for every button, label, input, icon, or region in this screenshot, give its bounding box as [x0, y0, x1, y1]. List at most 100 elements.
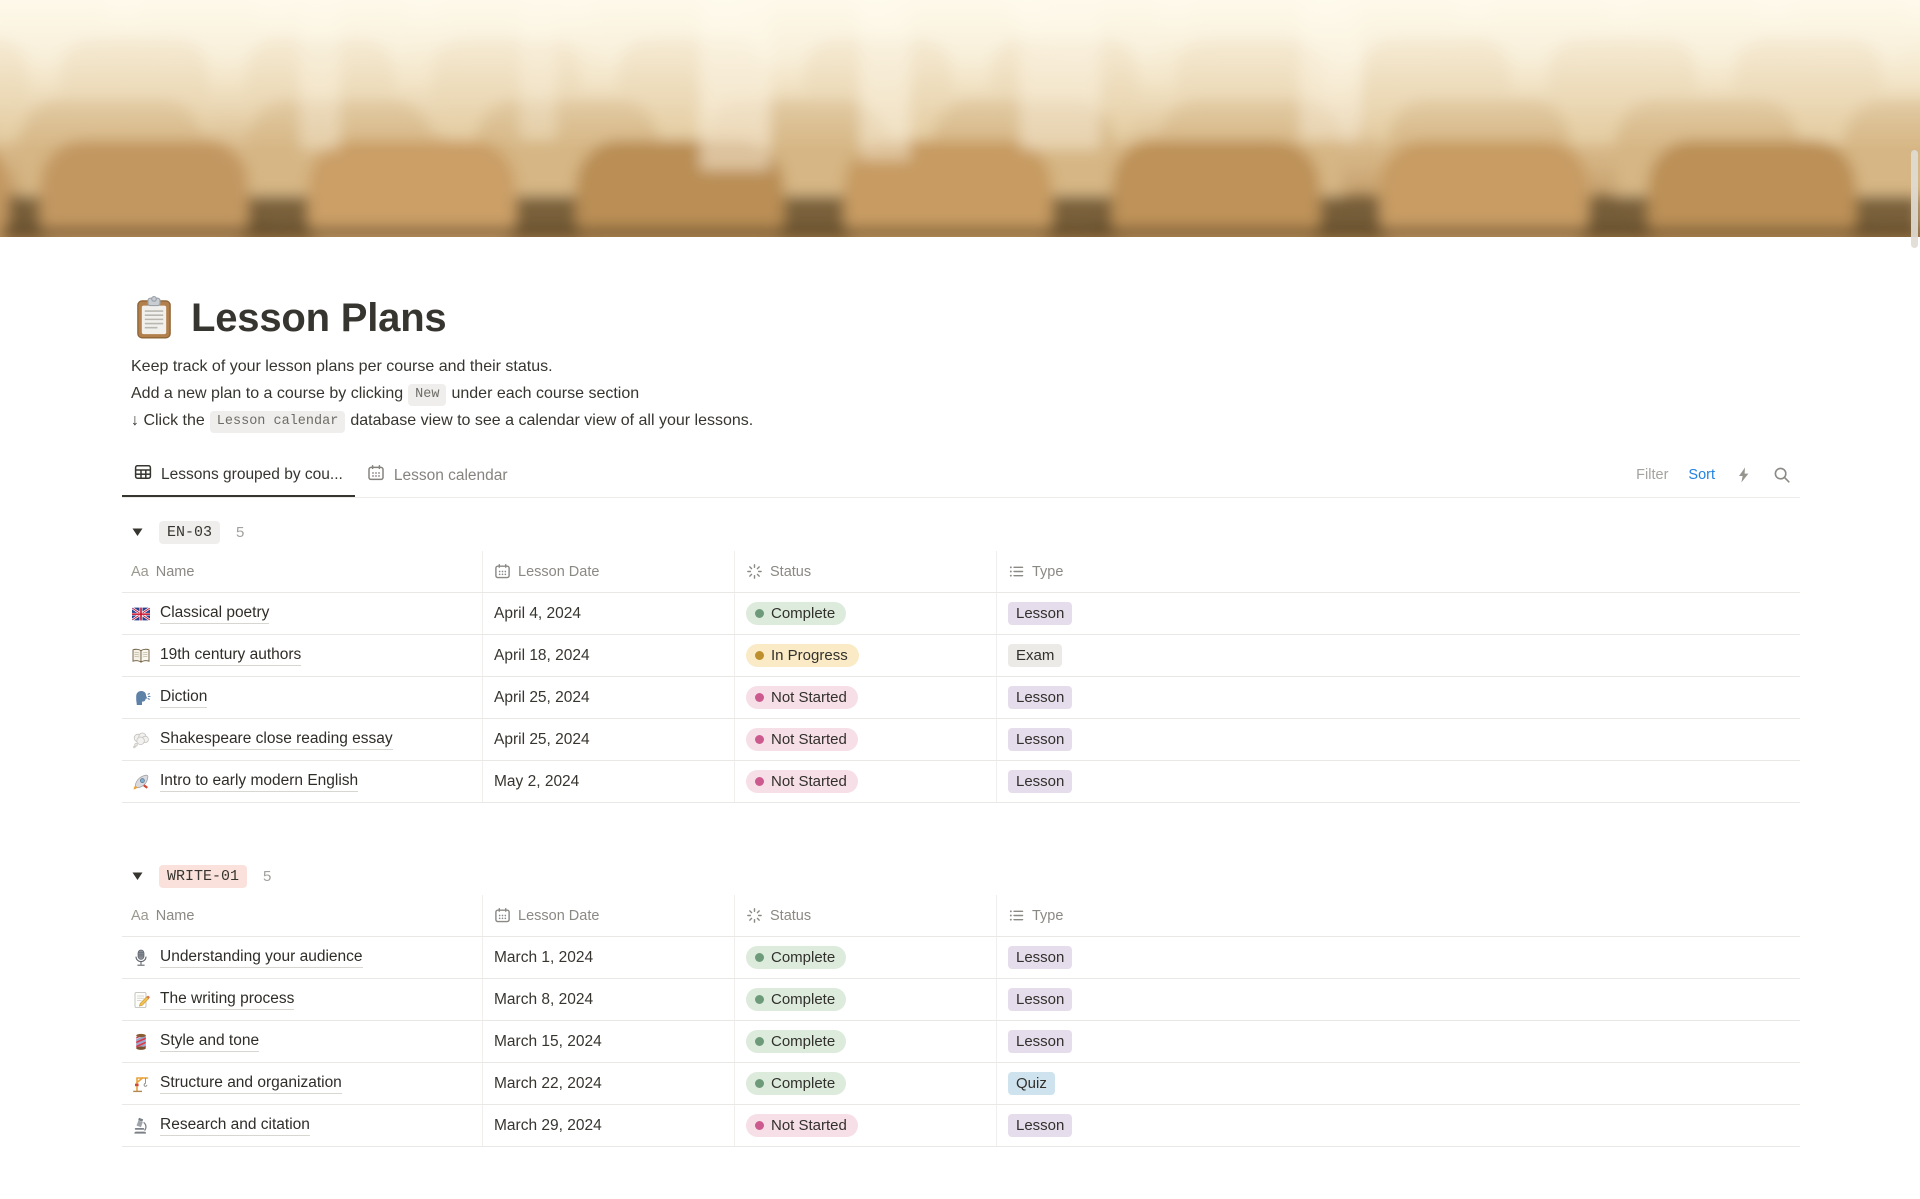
- column-header-type[interactable]: Type: [997, 895, 1800, 936]
- name-cell[interactable]: Shakespeare close reading essay: [122, 719, 483, 760]
- name-cell[interactable]: Structure and organization: [122, 1063, 483, 1104]
- table-row[interactable]: The writing process March 8, 2024 Complete…: [122, 979, 1800, 1021]
- table-row[interactable]: Research and citation March 29, 2024 Not S…: [122, 1105, 1800, 1147]
- lesson-title-link[interactable]: Shakespeare close reading essay: [160, 730, 393, 750]
- lesson-date-cell[interactable]: March 15, 2024: [483, 1021, 735, 1062]
- status-badge[interactable]: Not Started: [746, 728, 858, 751]
- lesson-title-link[interactable]: Classical poetry: [160, 604, 270, 624]
- name-cell[interactable]: 19th century authors: [122, 635, 483, 676]
- type-tag[interactable]: Lesson: [1008, 946, 1073, 969]
- type-tag[interactable]: Lesson: [1008, 988, 1073, 1011]
- status-badge[interactable]: Complete: [746, 946, 847, 969]
- type-cell[interactable]: Lesson: [997, 719, 1800, 760]
- type-tag[interactable]: Lesson: [1008, 728, 1073, 751]
- status-cell[interactable]: Complete: [735, 1021, 997, 1062]
- collapse-toggle-icon[interactable]: [125, 520, 149, 544]
- status-badge[interactable]: Complete: [746, 1030, 847, 1053]
- lesson-title-link[interactable]: Understanding your audience: [160, 948, 363, 968]
- sort-button[interactable]: Sort: [1688, 467, 1715, 483]
- lesson-title-link[interactable]: 19th century authors: [160, 646, 302, 666]
- status-cell[interactable]: Not Started: [735, 1105, 997, 1146]
- lesson-title-link[interactable]: Intro to early modern English: [160, 772, 359, 792]
- name-cell[interactable]: Diction: [122, 677, 483, 718]
- lesson-date-cell[interactable]: April 4, 2024: [483, 593, 735, 634]
- lesson-title-link[interactable]: Research and citation: [160, 1116, 310, 1136]
- table-row[interactable]: Shakespeare close reading essay April 25,…: [122, 719, 1800, 761]
- status-badge[interactable]: Not Started: [746, 770, 858, 793]
- filter-button[interactable]: Filter: [1636, 467, 1668, 483]
- status-cell[interactable]: Complete: [735, 593, 997, 634]
- name-cell[interactable]: Style and tone: [122, 1021, 483, 1062]
- lesson-date-cell[interactable]: March 1, 2024: [483, 937, 735, 978]
- status-cell[interactable]: Not Started: [735, 761, 997, 802]
- name-cell[interactable]: Research and citation: [122, 1105, 483, 1146]
- lesson-title-link[interactable]: Style and tone: [160, 1032, 260, 1052]
- type-tag[interactable]: Lesson: [1008, 770, 1073, 793]
- status-badge[interactable]: In Progress: [746, 644, 859, 667]
- status-cell[interactable]: Not Started: [735, 719, 997, 760]
- name-cell[interactable]: Understanding your audience: [122, 937, 483, 978]
- status-cell[interactable]: Complete: [735, 979, 997, 1020]
- course-badge[interactable]: EN-03: [159, 520, 221, 544]
- type-tag[interactable]: Lesson: [1008, 1030, 1073, 1053]
- lesson-date-cell[interactable]: April 25, 2024: [483, 719, 735, 760]
- column-header-status[interactable]: Status: [735, 551, 997, 592]
- search-icon[interactable]: [1773, 466, 1791, 484]
- type-cell[interactable]: Lesson: [997, 761, 1800, 802]
- table-row[interactable]: 19th century authors April 18, 2024 In Pro…: [122, 635, 1800, 677]
- column-header-status[interactable]: Status: [735, 895, 997, 936]
- type-tag[interactable]: Quiz: [1008, 1072, 1055, 1095]
- status-badge[interactable]: Not Started: [746, 686, 858, 709]
- scrollbar[interactable]: [1911, 150, 1918, 248]
- table-row[interactable]: Classical poetry April 4, 2024 Complete Les…: [122, 593, 1800, 635]
- type-cell[interactable]: Lesson: [997, 1105, 1800, 1146]
- collapse-toggle-icon[interactable]: [125, 864, 149, 888]
- clipboard-icon[interactable]: [131, 295, 177, 341]
- type-tag[interactable]: Lesson: [1008, 602, 1073, 625]
- table-row[interactable]: Intro to early modern English May 2, 2024…: [122, 761, 1800, 803]
- type-cell[interactable]: Lesson: [997, 1021, 1800, 1062]
- name-cell[interactable]: Classical poetry: [122, 593, 483, 634]
- lesson-title-link[interactable]: The writing process: [160, 990, 295, 1010]
- status-badge[interactable]: Complete: [746, 988, 847, 1011]
- status-badge[interactable]: Not Started: [746, 1114, 858, 1137]
- type-tag[interactable]: Lesson: [1008, 1114, 1073, 1137]
- name-cell[interactable]: The writing process: [122, 979, 483, 1020]
- table-row[interactable]: Structure and organization March 22, 2024…: [122, 1063, 1800, 1105]
- lesson-date-cell[interactable]: April 25, 2024: [483, 677, 735, 718]
- lesson-date-cell[interactable]: March 29, 2024: [483, 1105, 735, 1146]
- table-row[interactable]: Style and tone March 15, 2024 Complete Less…: [122, 1021, 1800, 1063]
- status-badge[interactable]: Complete: [746, 602, 847, 625]
- lesson-date-cell[interactable]: April 18, 2024: [483, 635, 735, 676]
- type-cell[interactable]: Lesson: [997, 937, 1800, 978]
- status-badge[interactable]: Complete: [746, 1072, 847, 1095]
- column-header-type[interactable]: Type: [997, 551, 1800, 592]
- type-cell[interactable]: Lesson: [997, 979, 1800, 1020]
- lesson-title-link[interactable]: Structure and organization: [160, 1074, 342, 1094]
- column-header-name[interactable]: Aa Name: [122, 895, 483, 936]
- lesson-date-cell[interactable]: March 8, 2024: [483, 979, 735, 1020]
- status-cell[interactable]: Complete: [735, 937, 997, 978]
- column-header-lesson-date[interactable]: Lesson Date: [483, 895, 735, 936]
- table-row[interactable]: Understanding your audience March 1, 2024…: [122, 937, 1800, 979]
- column-header-lesson-date[interactable]: Lesson Date: [483, 551, 735, 592]
- tab-lessons-grouped-by-course[interactable]: Lessons grouped by cou...: [122, 454, 355, 497]
- status-cell[interactable]: Not Started: [735, 677, 997, 718]
- cover-image[interactable]: [0, 0, 1920, 237]
- lesson-title-link[interactable]: Diction: [160, 688, 208, 708]
- type-cell[interactable]: Quiz: [997, 1063, 1800, 1104]
- table-row[interactable]: Diction April 25, 2024 Not Started Lesson: [122, 677, 1800, 719]
- course-badge[interactable]: WRITE-01: [159, 864, 248, 888]
- type-tag[interactable]: Exam: [1008, 644, 1063, 667]
- column-header-name[interactable]: Aa Name: [122, 551, 483, 592]
- tab-lesson-calendar[interactable]: Lesson calendar: [355, 454, 520, 497]
- type-cell[interactable]: Lesson: [997, 593, 1800, 634]
- status-cell[interactable]: In Progress: [735, 635, 997, 676]
- name-cell[interactable]: Intro to early modern English: [122, 761, 483, 802]
- type-cell[interactable]: Lesson: [997, 677, 1800, 718]
- lesson-date-cell[interactable]: March 22, 2024: [483, 1063, 735, 1104]
- lesson-date-cell[interactable]: May 2, 2024: [483, 761, 735, 802]
- type-cell[interactable]: Exam: [997, 635, 1800, 676]
- status-cell[interactable]: Complete: [735, 1063, 997, 1104]
- type-tag[interactable]: Lesson: [1008, 686, 1073, 709]
